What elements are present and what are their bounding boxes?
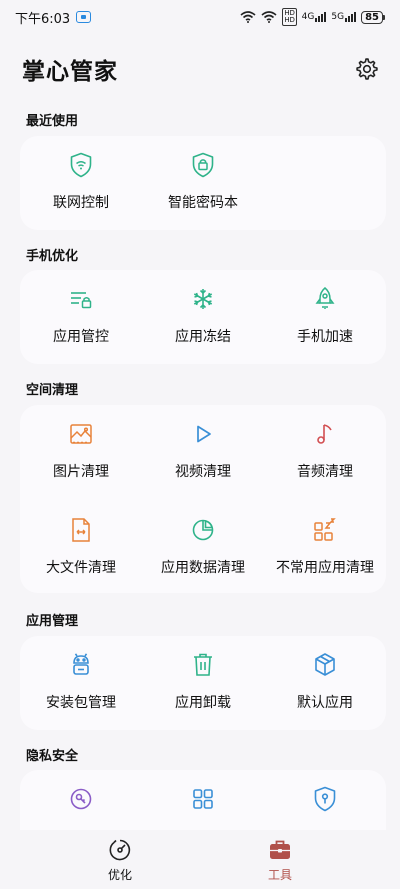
tool-label: 大文件清理 — [46, 560, 116, 576]
card-app-management: 安装包管理 应用卸载 默认应用 — [20, 636, 386, 730]
card-cleanup: 图片清理 视频清理 音频清理 大文件清理 应用数据清理 不常用应用清理 — [20, 405, 386, 593]
tool-label: 不常用应用清理 — [276, 560, 374, 576]
tool-phone-boost[interactable]: 手机加速 — [264, 270, 386, 366]
tool-label: 应用管控 — [53, 329, 109, 345]
tool-label: 图片清理 — [53, 464, 109, 480]
card-recent: 联网控制 智能密码本 — [20, 136, 386, 230]
nav-item-optimize[interactable]: 优化 — [70, 837, 170, 883]
tool-app-data-cleanup[interactable]: 应用数据清理 — [142, 501, 264, 597]
toolbox-icon — [267, 837, 293, 863]
section-title-optimize: 手机优化 — [26, 249, 79, 264]
tool-unused-app-cleanup[interactable]: 不常用应用清理 — [264, 501, 386, 597]
tool-label: 应用卸载 — [175, 695, 231, 711]
tool-app-freeze[interactable]: 应用冻结 — [142, 270, 264, 366]
gear-icon — [356, 58, 378, 80]
grid-apps-icon — [189, 785, 217, 813]
optimize-gauge-icon — [107, 837, 133, 863]
section-title-app-management: 应用管理 — [26, 614, 79, 629]
nav-item-tools[interactable]: 工具 — [230, 837, 330, 883]
app-control-icon — [67, 285, 95, 313]
trash-icon — [189, 651, 217, 679]
play-icon — [189, 420, 217, 448]
section-title-cleanup: 空间清理 — [26, 383, 79, 398]
status-bar: 下午6:03 HD HD 4G 5G 85 — [0, 0, 400, 34]
hd-tag: HD HD — [282, 8, 297, 26]
tool-privacy-3[interactable] — [264, 770, 386, 830]
snowflake-icon — [189, 285, 217, 313]
large-file-icon — [67, 516, 95, 544]
wifi-shield-icon — [67, 151, 95, 179]
screen-record-icon — [76, 11, 92, 23]
tool-label: 视频清理 — [175, 464, 231, 480]
privacy-icon — [67, 785, 95, 813]
sleep-apps-icon — [311, 516, 339, 544]
section-title-recent: 最近使用 — [26, 114, 79, 129]
nav-label: 优化 — [107, 867, 132, 882]
tools-content[interactable]: 最近使用 联网控制 智能密码本 手机优化 应用管控 应用冻结 手机加速 空间清理… — [0, 100, 400, 830]
tool-label: 联网控制 — [53, 195, 109, 211]
tool-large-file-cleanup[interactable]: 大文件清理 — [20, 501, 142, 597]
tool-video-cleanup[interactable]: 视频清理 — [142, 405, 264, 501]
shield-key-icon — [311, 785, 339, 813]
tool-default-apps[interactable]: 默认应用 — [264, 636, 386, 732]
pie-chart-icon — [189, 516, 217, 544]
card-optimize: 应用管控 应用冻结 手机加速 — [20, 270, 386, 364]
tool-smart-password[interactable]: 智能密码本 — [142, 136, 264, 232]
music-note-icon — [311, 420, 339, 448]
tool-label: 安装包管理 — [46, 695, 116, 711]
section-title-privacy: 隐私安全 — [26, 749, 79, 764]
tool-audio-cleanup[interactable]: 音频清理 — [264, 405, 386, 501]
tool-label: 默认应用 — [297, 695, 353, 711]
wifi-icon — [240, 11, 256, 23]
password-lock-icon — [189, 151, 217, 179]
tool-label: 音频清理 — [297, 464, 353, 480]
nav-label: 工具 — [267, 867, 292, 882]
wifi-icon-2 — [261, 11, 277, 23]
image-icon — [67, 420, 95, 448]
cube-icon — [311, 651, 339, 679]
tool-label: 应用数据清理 — [161, 560, 245, 576]
tool-privacy-1[interactable] — [20, 770, 142, 830]
cell-signal-1: 4G — [302, 12, 327, 22]
battery-icon: 85 — [361, 10, 385, 24]
tool-network-control[interactable]: 联网控制 — [20, 136, 142, 232]
tool-package-management[interactable]: 安装包管理 — [20, 636, 142, 732]
tool-label: 手机加速 — [297, 329, 353, 345]
rocket-icon — [311, 285, 339, 313]
settings-button[interactable] — [354, 56, 380, 82]
card-privacy — [20, 770, 386, 830]
app-header: 掌心管家 — [22, 50, 380, 88]
status-time: 下午6:03 — [15, 11, 71, 27]
tool-label: 应用冻结 — [175, 329, 231, 345]
tool-app-control[interactable]: 应用管控 — [20, 270, 142, 366]
cell-signal-2: 5G — [331, 12, 357, 22]
tool-label: 智能密码本 — [168, 195, 238, 211]
tool-image-cleanup[interactable]: 图片清理 — [20, 405, 142, 501]
android-icon — [67, 651, 95, 679]
bottom-nav: 优化 工具 — [0, 830, 400, 889]
tool-privacy-2[interactable] — [142, 770, 264, 830]
page-title: 掌心管家 — [22, 59, 118, 85]
tool-app-uninstall[interactable]: 应用卸载 — [142, 636, 264, 732]
